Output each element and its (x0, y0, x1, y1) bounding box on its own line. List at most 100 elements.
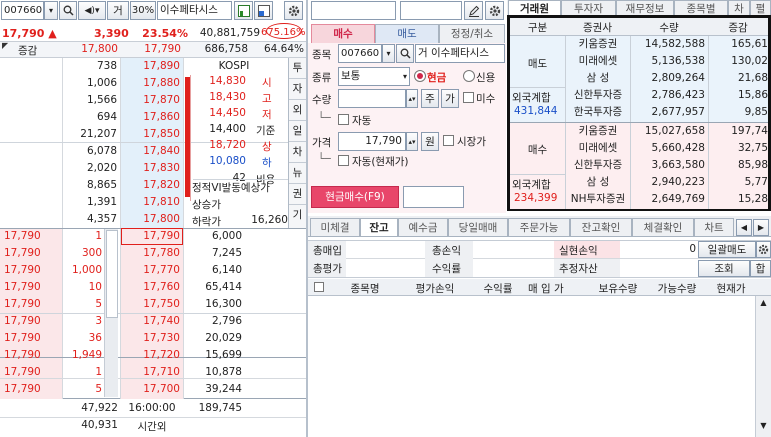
side-tab-daily[interactable]: 일 (289, 121, 306, 142)
chart-icon[interactable] (234, 1, 253, 20)
auto-qty-checkbox[interactable] (338, 114, 349, 125)
broker-name[interactable]: 미래에셋 (566, 140, 630, 158)
ask-price[interactable]: 17,830 (121, 160, 180, 178)
tab-unfilled[interactable]: 미체결 (310, 218, 360, 237)
orderbook-scrollbar[interactable] (104, 229, 118, 397)
broker-name[interactable]: 삼 성 (566, 174, 630, 192)
tab-balance-check[interactable]: 잔고확인 (570, 218, 632, 237)
stock-code-input[interactable]: 007660 (1, 1, 44, 20)
bid-quantity[interactable]: 39,244 (184, 381, 242, 399)
layout-icon[interactable] (254, 1, 273, 20)
qty-available-button[interactable]: 가 (441, 89, 459, 108)
bid-price[interactable]: 17,700 (121, 381, 180, 399)
gear-icon[interactable] (756, 241, 771, 258)
market-price-checkbox[interactable] (443, 135, 454, 146)
bid-quantity[interactable]: 15,699 (184, 347, 242, 365)
side-tab-capital[interactable]: 자 (289, 79, 306, 100)
order-qty-input[interactable] (338, 89, 406, 108)
tab-chart-2[interactable]: 차트 (694, 218, 734, 237)
bid-price[interactable]: 17,780 (121, 245, 180, 263)
ask-quantity[interactable]: 4,357 (62, 211, 117, 229)
bid-price[interactable]: 17,710 (121, 364, 180, 382)
bid-quantity[interactable]: 6,000 (184, 228, 242, 246)
gear-icon[interactable] (485, 1, 504, 20)
ask-quantity[interactable]: 1,566 (62, 92, 117, 110)
broker-name[interactable]: 신한투자증 (566, 87, 630, 105)
password-field[interactable] (400, 1, 462, 20)
code-dropdown-button[interactable]: ▾ (44, 1, 58, 20)
order-code-input[interactable]: 007660 (338, 44, 382, 63)
order-note-field[interactable] (403, 186, 464, 208)
ask-price[interactable]: 17,880 (121, 75, 180, 93)
tab-deposit[interactable]: 예수금 (398, 218, 448, 237)
market-mode-button[interactable]: 거 (107, 1, 129, 20)
tab-scroll-left[interactable]: ◀ (736, 219, 752, 236)
side-tab-rights[interactable]: 권 (289, 184, 306, 205)
ask-price[interactable]: 17,850 (121, 126, 180, 144)
qty-spinner[interactable]: ▴▾ (406, 89, 418, 108)
price-unit-button[interactable]: 원 (421, 132, 439, 151)
bid-price[interactable]: 17,790 (121, 228, 180, 246)
holdings-scrollbar[interactable]: ▲ ▼ (755, 296, 771, 437)
scroll-down-icon[interactable]: ▼ (757, 421, 770, 430)
ask-quantity[interactable]: 738 (62, 58, 117, 76)
edit-icon[interactable] (464, 1, 483, 20)
side-tab-news[interactable]: 뉴 (289, 163, 306, 184)
bid-price[interactable]: 17,740 (121, 313, 180, 331)
ask-quantity[interactable]: 1,391 (62, 194, 117, 212)
inquiry-button[interactable]: 조회 (698, 260, 750, 277)
ask-price[interactable]: 17,800 (121, 211, 180, 229)
broker-name[interactable]: 신한투자증 (566, 157, 630, 175)
bid-quantity[interactable]: 6,140 (184, 262, 242, 280)
broker-name[interactable]: 키움증권 (566, 36, 630, 54)
speaker-icon[interactable]: ◀)▾ (78, 1, 106, 20)
bid-quantity[interactable]: 20,029 (184, 330, 242, 348)
tab-modify-cancel[interactable]: 정정/취소 (439, 24, 505, 44)
bid-price[interactable]: 17,770 (121, 262, 180, 280)
tab-daily-trade[interactable]: 당일매매 (448, 218, 508, 237)
tab-sell[interactable]: 매도 (375, 24, 439, 44)
broker-name[interactable]: NH투자증권 (566, 191, 630, 209)
order-kind-select[interactable]: 보통 ▾ (338, 67, 410, 86)
bid-price[interactable]: 17,730 (121, 330, 180, 348)
tab-fill-check[interactable]: 체결확인 (632, 218, 694, 237)
bid-price[interactable]: 17,720 (121, 347, 180, 365)
ask-quantity[interactable]: 6,078 (62, 143, 117, 161)
select-all-checkbox[interactable] (314, 282, 324, 292)
auto-price-checkbox[interactable] (338, 155, 349, 166)
qty-share-button[interactable]: 주 (421, 89, 439, 108)
credit-radio[interactable] (463, 70, 475, 82)
broker-name[interactable]: 한국투자증 (566, 104, 630, 122)
cash-radio[interactable] (414, 70, 426, 82)
tab-scroll-right[interactable]: ▶ (753, 219, 769, 236)
cash-buy-submit-button[interactable]: 현금매수(F9) (311, 186, 399, 208)
bid-quantity[interactable]: 10,878 (184, 364, 242, 382)
bid-quantity[interactable]: 65,414 (184, 279, 242, 297)
ask-quantity[interactable]: 2,020 (62, 160, 117, 178)
bid-quantity[interactable]: 2,796 (184, 313, 242, 331)
scroll-up-icon[interactable]: ▲ (757, 298, 770, 307)
sell-all-button[interactable]: 일괄매도 (698, 241, 756, 258)
ask-price[interactable]: 17,860 (121, 109, 180, 127)
ask-price[interactable]: 17,890 (121, 58, 180, 76)
ask-quantity[interactable]: 8,865 (62, 177, 117, 195)
bid-quantity[interactable]: 7,245 (184, 245, 242, 263)
ask-price[interactable]: 17,840 (121, 143, 180, 161)
ratio-button[interactable]: 30% (130, 1, 156, 20)
search-icon[interactable] (59, 1, 77, 20)
sum-button[interactable]: 합 (750, 260, 771, 277)
broker-name[interactable]: 키움증권 (566, 123, 630, 141)
tab-buy[interactable]: 매수 (311, 24, 375, 44)
ask-price[interactable]: 17,820 (121, 177, 180, 195)
price-spinner[interactable]: ▴▾ (406, 132, 418, 151)
gear-icon[interactable] (284, 1, 303, 20)
side-tab-investor[interactable]: 투 (289, 58, 306, 79)
ask-price[interactable]: 17,810 (121, 194, 180, 212)
account-field[interactable] (311, 1, 396, 20)
side-tab-foreign[interactable]: 외 (289, 100, 306, 121)
bid-price[interactable]: 17,750 (121, 296, 180, 314)
side-tab-chart[interactable]: 차 (289, 142, 306, 163)
order-code-dropdown[interactable]: ▾ (382, 44, 395, 63)
order-price-input[interactable]: 17,790 (338, 132, 406, 151)
side-tab-other[interactable]: 기 (289, 205, 306, 226)
